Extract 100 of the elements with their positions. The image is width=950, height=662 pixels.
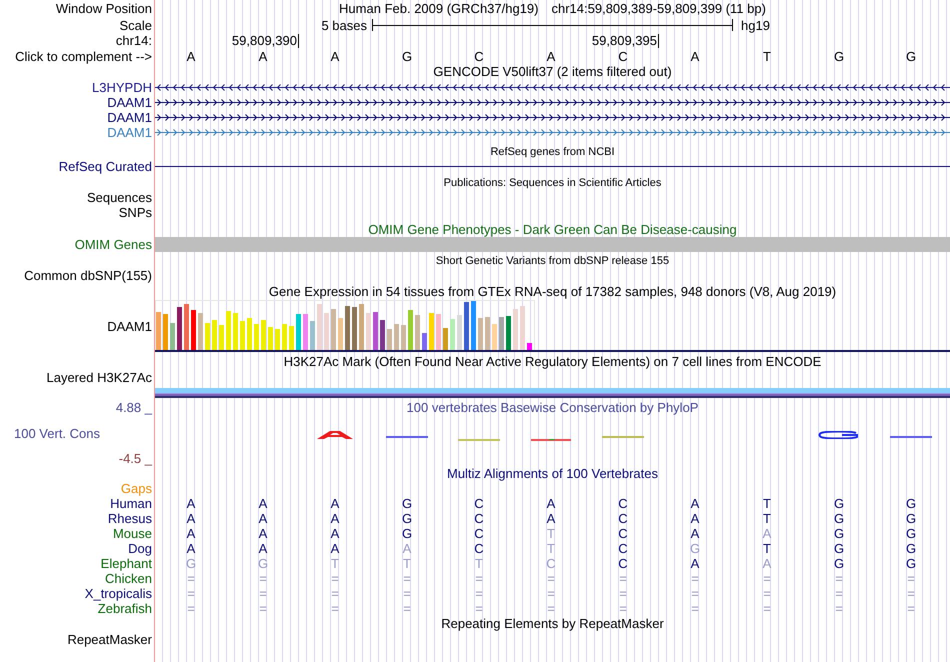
track-title: 100 vertebrates Basewise Conservation by PhyloP (406, 400, 698, 414)
expression-bar (394, 324, 399, 350)
expression-bar (352, 307, 357, 350)
base-letter[interactable]: A (546, 48, 556, 64)
conservation-mark (602, 436, 644, 438)
alignment-base: T (403, 556, 411, 571)
alignment-base: G (906, 556, 916, 571)
alignment-base: A (186, 496, 196, 511)
track-label: DAAM1 (107, 318, 152, 334)
base-letter[interactable]: A (186, 48, 196, 64)
position-range: chr14:59,809,389-59,809,399 (11 bp) (552, 1, 766, 16)
expression-bar (436, 314, 441, 350)
alignment-base: = (331, 586, 339, 601)
alignment-base: C (474, 496, 484, 511)
alignment-base: = (907, 586, 915, 601)
scale-length: 5 bases (321, 18, 367, 32)
alignment-base: G (402, 526, 412, 541)
alignment-base: C (618, 511, 628, 526)
expression-bar (471, 301, 476, 350)
track-label: OMIM Genes (74, 237, 152, 252)
base-letter[interactable]: G (834, 48, 844, 64)
alignment-base: = (907, 601, 915, 616)
alignment-base: T (547, 526, 555, 541)
alignment-base: = (835, 571, 843, 586)
alignment-base: C (618, 526, 628, 541)
expression-bar (247, 318, 252, 350)
alignment-base: A (690, 556, 700, 571)
track-label: Chicken (105, 571, 152, 586)
base-letter[interactable]: A (330, 48, 340, 64)
alignment-base: = (403, 586, 411, 601)
expression-bar (205, 323, 210, 350)
track-title: OMIM Gene Phenotypes - Dark Green Can Be Disease-causing (368, 222, 737, 236)
expression-bar (240, 321, 245, 350)
expression-bar (226, 311, 231, 350)
alignment-base: G (906, 541, 916, 556)
expression-bar (233, 313, 238, 350)
alignment-base: = (907, 571, 915, 586)
expression-bar (345, 306, 350, 350)
alignment-base: C (474, 526, 484, 541)
expression-bar (212, 320, 217, 350)
alignment-base: A (258, 541, 268, 556)
base-letter[interactable]: C (618, 48, 628, 64)
expression-bar (415, 315, 420, 350)
base-letter[interactable]: G (906, 48, 916, 64)
base-letter[interactable]: G (402, 48, 412, 64)
expression-bar (317, 304, 322, 350)
track-label: X_tropicalis (84, 586, 152, 601)
track-title: Multiz Alignments of 100 Vertebrates (446, 466, 658, 480)
base-letter[interactable]: A (258, 48, 268, 64)
expression-bar (478, 318, 483, 350)
alignment-base: G (906, 526, 916, 541)
expression-bar (191, 310, 196, 350)
track-label: Human (110, 496, 152, 511)
track-label: Gaps (120, 481, 152, 496)
alignment-base: A (186, 526, 196, 541)
track-title: Repeating Elements by RepeatMasker (441, 617, 664, 631)
alignment-base: = (763, 601, 771, 616)
expression-bar (254, 324, 259, 350)
expression-bar (310, 321, 315, 350)
expression-bar (275, 329, 280, 350)
alignment-base: G (834, 496, 844, 511)
expression-bar (289, 326, 294, 350)
base-letter[interactable]: T (763, 48, 771, 64)
track-label: Zebrafish (98, 601, 152, 616)
conservation-mark (531, 439, 571, 441)
alignment-base: = (547, 586, 555, 601)
alignment-base: A (546, 496, 556, 511)
alignment-base: = (187, 601, 195, 616)
alignment-base: T (475, 556, 483, 571)
expression-bar (401, 325, 406, 350)
track-title: RefSeq genes from NCBI (490, 145, 615, 159)
scale-max-label: 4.88 _ (116, 400, 152, 415)
track-label: Layered H3K27Ac (46, 370, 152, 385)
track-title: Short Genetic Variants from dbSNP release 155 (436, 254, 670, 268)
alignment-base: T (331, 556, 339, 571)
alignment-base: = (547, 601, 555, 616)
base-letter[interactable]: C (474, 48, 484, 64)
alignment-base: G (834, 511, 844, 526)
alignment-base: A (690, 496, 700, 511)
expression-bar (338, 318, 343, 350)
expression-bar (499, 317, 504, 350)
expression-bar (324, 313, 329, 350)
base-letter[interactable]: A (690, 48, 700, 64)
alignment-base: = (619, 601, 627, 616)
alignment-base: A (690, 511, 700, 526)
alignment-base: = (763, 586, 771, 601)
expression-bar (156, 312, 161, 350)
expression-bar (485, 317, 490, 350)
alignment-base: A (330, 526, 340, 541)
alignment-base: T (547, 541, 555, 556)
chromosome-label: chr14: (116, 33, 152, 48)
track-label: DAAM1 (107, 110, 152, 125)
alignment-base: G (834, 541, 844, 556)
expression-bar (359, 304, 364, 350)
expression-bar (506, 316, 511, 350)
expression-bar (170, 323, 175, 350)
expression-bar (184, 304, 189, 350)
alignment-base: C (618, 541, 628, 556)
alignment-base: A (258, 511, 268, 526)
alignment-base: = (475, 586, 483, 601)
